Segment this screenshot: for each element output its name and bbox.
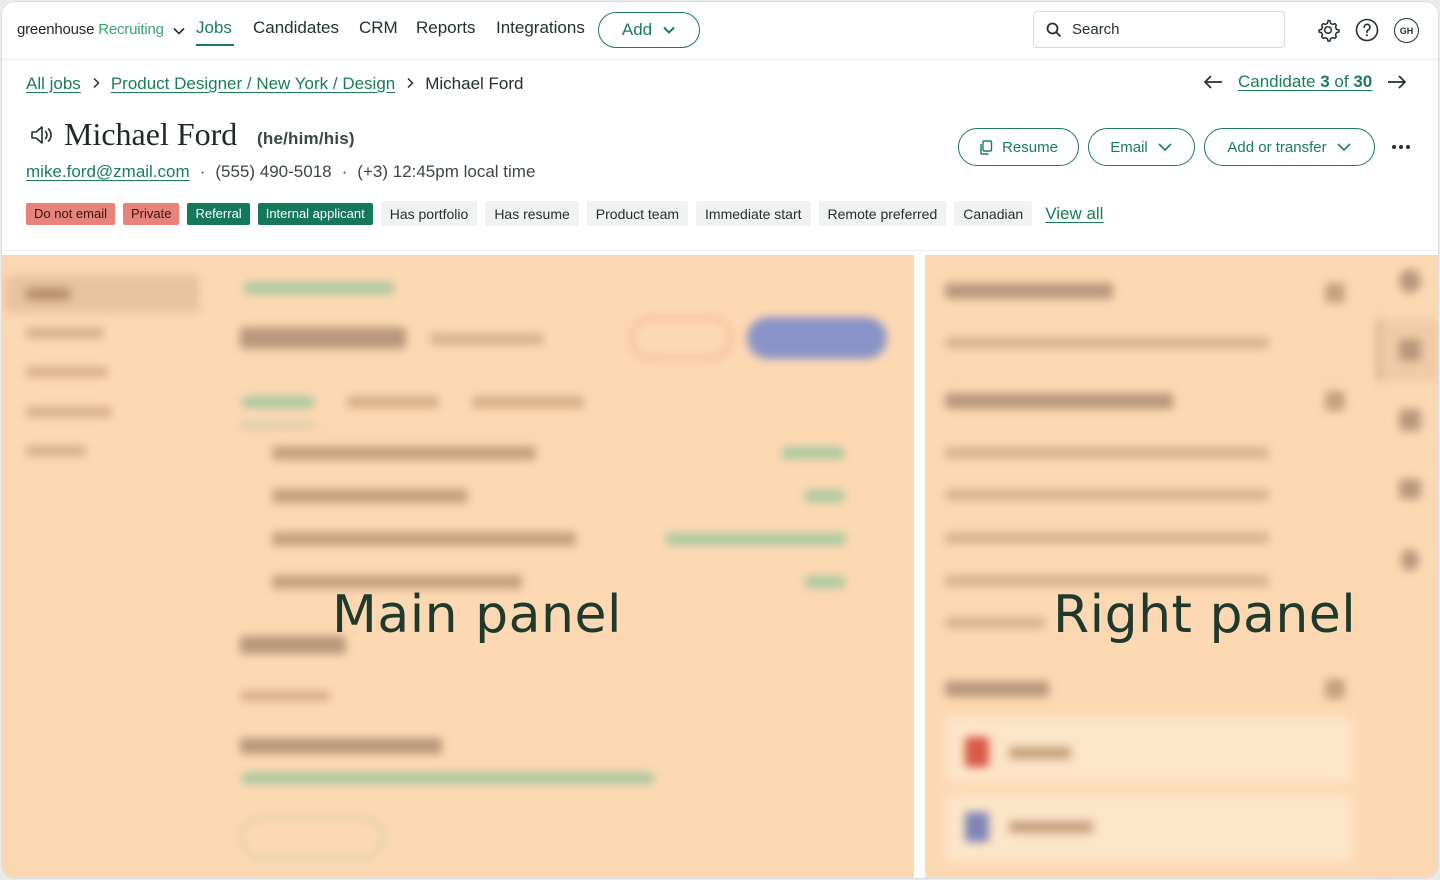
add-button-label: Add xyxy=(621,20,653,39)
nav-reports[interactable]: Reports xyxy=(416,18,476,38)
add-or-transfer-button[interactable]: Add or transfer xyxy=(1204,128,1375,166)
nav-active-indicator xyxy=(196,44,234,46)
resume-button-label: Resume xyxy=(1002,138,1058,156)
chevron-down-icon[interactable] xyxy=(172,24,186,38)
add-or-transfer-label: Add or transfer xyxy=(1227,138,1327,156)
candidate-index: 3 xyxy=(1320,72,1330,91)
candidate-local-time: (+3) 12:45pm local time xyxy=(357,162,536,181)
contact-separator: · xyxy=(341,162,348,181)
search-box[interactable] xyxy=(1033,11,1285,48)
search-input[interactable] xyxy=(1072,21,1262,38)
top-navigation: greenhouse Recruiting Jobs Candidates CR… xyxy=(2,2,1438,60)
gear-icon[interactable] xyxy=(1316,18,1340,42)
candidate-pronouns: (he/him/his) xyxy=(257,129,355,148)
candidate-name: Michael Ford xyxy=(64,116,238,152)
right-panel-blurred-content xyxy=(925,255,1438,878)
app-window: greenhouse Recruiting Jobs Candidates CR… xyxy=(1,1,1439,879)
breadcrumb-job[interactable]: Product Designer / New York / Design xyxy=(111,74,395,94)
logo-product: Recruiting xyxy=(98,21,164,38)
avatar[interactable]: GH xyxy=(1394,18,1419,43)
contact-separator: · xyxy=(199,162,206,181)
chevron-right-icon xyxy=(81,76,111,92)
candidate-prefix: Candidate xyxy=(1238,72,1321,91)
greenhouse-logo[interactable]: greenhouse Recruiting xyxy=(17,21,164,38)
email-button-label: Email xyxy=(1110,138,1148,156)
nav-jobs[interactable]: Jobs xyxy=(196,18,232,38)
logo-brand: greenhouse xyxy=(17,21,95,38)
search-icon xyxy=(1046,22,1062,37)
breadcrumb-all-jobs[interactable]: All jobs xyxy=(26,74,81,94)
main-panel: Main panel xyxy=(2,255,914,878)
candidate-phone: (555) 490-5018 xyxy=(215,162,332,181)
candidate-position-link[interactable]: Candidate 3 of 30 xyxy=(1238,72,1372,92)
nav-crm[interactable]: CRM xyxy=(359,18,398,38)
speaker-icon[interactable] xyxy=(29,123,55,147)
tag-do-not-email: Do not email xyxy=(26,202,115,225)
chevron-down-icon xyxy=(1158,143,1172,152)
add-button[interactable]: Add xyxy=(598,12,700,48)
breadcrumb: All jobs Product Designer / New York / D… xyxy=(26,74,524,94)
header-divider xyxy=(2,250,1438,251)
main-panel-blurred-content xyxy=(2,255,914,878)
tag-private: Private xyxy=(122,202,180,225)
tag-internal-applicant: Internal applicant xyxy=(257,202,373,225)
candidate-contact: mike.ford@zmail.com · (555) 490-5018 · (… xyxy=(26,162,535,182)
candidate-of: of xyxy=(1329,72,1354,91)
document-copy-icon xyxy=(980,139,993,155)
candidate-total: 30 xyxy=(1353,72,1373,91)
tag-referral: Referral xyxy=(187,202,250,225)
nav-candidates[interactable]: Candidates xyxy=(253,18,339,38)
arrow-left-icon[interactable] xyxy=(1202,74,1224,90)
chevron-down-icon xyxy=(663,26,675,34)
candidate-email[interactable]: mike.ford@zmail.com xyxy=(26,162,190,182)
main-panel-label: Main panel xyxy=(332,585,622,645)
help-icon[interactable] xyxy=(1355,18,1379,42)
resume-button[interactable]: Resume xyxy=(958,128,1079,166)
candidate-navigator: Candidate 3 of 30 xyxy=(1202,72,1408,92)
view-all-tags-link[interactable]: View all xyxy=(1045,204,1103,224)
chevron-down-icon xyxy=(1337,143,1351,152)
email-button[interactable]: Email xyxy=(1088,128,1195,166)
tag-canadian: Canadian xyxy=(954,201,1033,226)
tag-immediate-start: Immediate start xyxy=(696,201,811,226)
right-panel-label: Right panel xyxy=(1053,585,1357,645)
tag-product-team: Product team xyxy=(586,201,689,226)
breadcrumb-current: Michael Ford xyxy=(425,74,524,93)
tag-has-portfolio: Has portfolio xyxy=(380,201,478,226)
tag-has-resume: Has resume xyxy=(485,201,579,226)
candidate-tags: Do not email Private Referral Internal a… xyxy=(26,201,1103,226)
tag-remote-preferred: Remote preferred xyxy=(818,201,947,226)
more-options-icon[interactable] xyxy=(1390,137,1412,157)
right-panel: Right panel xyxy=(925,255,1438,878)
arrow-right-icon[interactable] xyxy=(1386,74,1408,90)
chevron-right-icon xyxy=(395,76,425,92)
nav-integrations[interactable]: Integrations xyxy=(496,18,585,38)
